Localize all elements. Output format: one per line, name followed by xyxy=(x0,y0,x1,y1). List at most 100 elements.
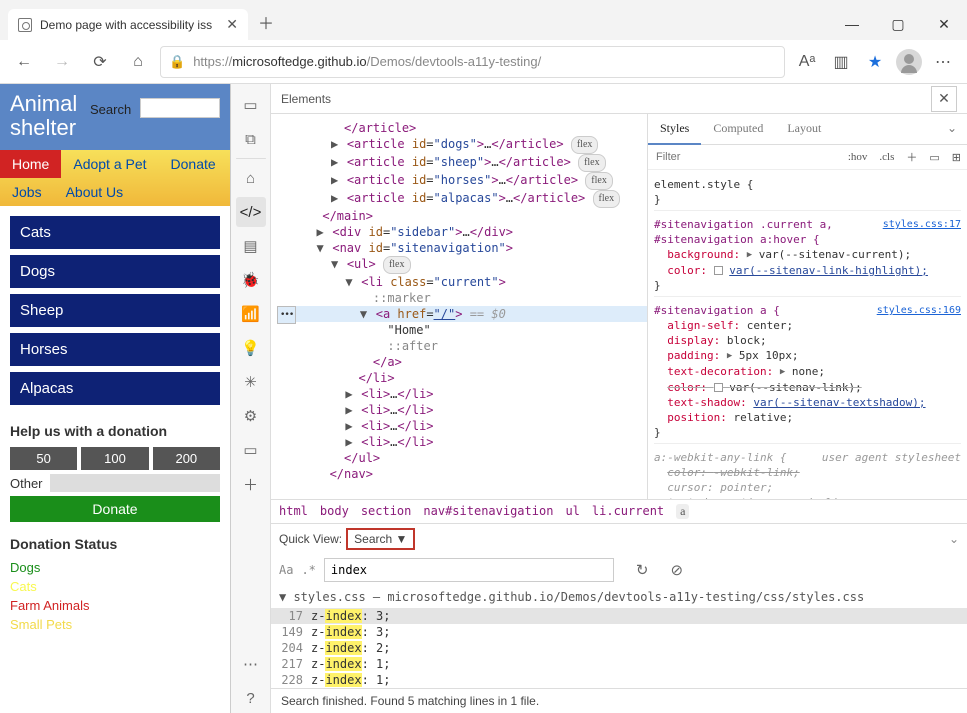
dom-row[interactable]: ▶ <article id="horses">…</article> flex xyxy=(279,172,647,190)
dom-row[interactable]: ▶ <article id="sheep">…</article> flex xyxy=(279,154,647,172)
dom-row[interactable]: </nav> xyxy=(279,466,647,482)
dom-row[interactable]: "Home" xyxy=(279,322,647,338)
dom-row[interactable]: </a> xyxy=(279,354,647,370)
match-case-icon[interactable]: Aa xyxy=(279,563,293,577)
side-sheep[interactable]: Sheep xyxy=(10,294,220,327)
breadcrumb[interactable]: html body section nav#sitenavigation ul … xyxy=(271,499,967,523)
side-alpacas[interactable]: Alpacas xyxy=(10,372,220,405)
styles-filter-input[interactable] xyxy=(648,145,842,169)
dom-row[interactable]: </ul> xyxy=(279,450,647,466)
tabs-chevron-icon[interactable]: ⌄ xyxy=(937,114,967,144)
back-button[interactable]: ← xyxy=(8,46,40,78)
help-icon[interactable]: ? xyxy=(236,683,266,713)
crumb-current[interactable]: a xyxy=(676,504,689,519)
hov-button[interactable]: :hov xyxy=(842,147,874,167)
refresh-icon[interactable]: ↻ xyxy=(636,561,649,579)
donate-200[interactable]: 200 xyxy=(153,447,220,470)
crumb[interactable]: html xyxy=(279,504,308,519)
regex-icon[interactable]: .* xyxy=(301,563,315,577)
rule-link[interactable]: styles.css:17 xyxy=(883,217,961,232)
dom-row[interactable]: </main> xyxy=(279,208,647,224)
css-overview-icon[interactable]: ✳ xyxy=(236,367,266,397)
donate-button[interactable]: Donate xyxy=(10,496,220,522)
dom-row[interactable]: ▼ <li class="current"> xyxy=(279,274,647,290)
side-dogs[interactable]: Dogs xyxy=(10,255,220,288)
favorite-icon[interactable]: ★ xyxy=(859,46,891,78)
welcome-icon[interactable]: ⌂ xyxy=(236,163,266,193)
dom-row[interactable]: ▼ <ul> flex xyxy=(279,256,647,274)
dom-row[interactable]: ▶ <li>…</li> xyxy=(279,402,647,418)
inspect-icon[interactable]: ▭ xyxy=(236,90,266,120)
dom-row[interactable]: ▼ <nav id="sitenavigation"> xyxy=(279,240,647,256)
elements-icon[interactable]: </> xyxy=(236,197,266,227)
new-tab-button[interactable]: ＋ xyxy=(248,4,284,40)
nav-jobs[interactable]: Jobs xyxy=(0,178,54,206)
more-icon[interactable]: ⋯ xyxy=(236,649,266,679)
result-row[interactable]: 228z-index: 1; xyxy=(271,672,967,688)
dom-row[interactable]: </li> xyxy=(279,370,647,386)
minimize-button[interactable]: — xyxy=(829,8,875,40)
console-icon[interactable]: ▤ xyxy=(236,231,266,261)
read-aloud-icon[interactable]: Aᵃ xyxy=(791,46,823,78)
nav-donate[interactable]: Donate xyxy=(159,150,228,178)
side-horses[interactable]: Horses xyxy=(10,333,220,366)
lighthouse-icon[interactable]: 💡 xyxy=(236,333,266,363)
nav-adopt[interactable]: Adopt a Pet xyxy=(61,150,158,178)
result-row[interactable]: 204z-index: 2; xyxy=(271,640,967,656)
donate-100[interactable]: 100 xyxy=(81,447,148,470)
dom-tree[interactable]: </article> ▶ <article id="dogs">…</artic… xyxy=(271,114,647,499)
crumb[interactable]: body xyxy=(320,504,349,519)
devtools-close-icon[interactable]: ✕ xyxy=(931,86,957,112)
sources-icon[interactable]: 🐞 xyxy=(236,265,266,295)
home-button[interactable]: ⌂ xyxy=(122,46,154,78)
maximize-button[interactable]: ▢ xyxy=(875,8,921,40)
clear-icon[interactable]: ⊘ xyxy=(670,561,683,579)
reader-icon[interactable]: ▥ xyxy=(825,46,857,78)
tab-layout[interactable]: Layout xyxy=(775,114,833,144)
application-icon[interactable]: ▭ xyxy=(236,435,266,465)
url-bar[interactable]: 🔒 https://microsoftedge.github.io/Demos/… xyxy=(160,46,785,78)
flex-editor-icon[interactable]: ▭ xyxy=(923,147,945,168)
dom-row[interactable]: ▶ <article id="alpacas">…</article> flex xyxy=(279,190,647,208)
tab-styles[interactable]: Styles xyxy=(648,114,701,145)
browser-tab[interactable]: Demo page with accessibility iss ✕ xyxy=(8,9,248,40)
quick-view-chevron-icon[interactable]: ⌄ xyxy=(949,532,959,546)
crumb[interactable]: li.current xyxy=(592,504,664,519)
crumb[interactable]: ul xyxy=(565,504,579,519)
network-icon[interactable]: 📶 xyxy=(236,299,266,329)
cls-button[interactable]: .cls xyxy=(873,147,900,167)
result-row[interactable]: 149z-index: 3; xyxy=(271,624,967,640)
result-row[interactable]: 17z-index: 3; xyxy=(271,608,967,624)
donate-50[interactable]: 50 xyxy=(10,447,77,470)
search-input[interactable] xyxy=(324,558,614,582)
results-file[interactable]: ▼ styles.css — microsoftedge.github.io/D… xyxy=(271,586,967,608)
styles-rules[interactable]: element.style { } styles.css:17 #sitenav… xyxy=(648,170,967,499)
side-cats[interactable]: Cats xyxy=(10,216,220,249)
device-icon[interactable]: ⧉ xyxy=(236,124,266,154)
search-input[interactable] xyxy=(140,98,220,118)
other-input[interactable] xyxy=(50,474,220,492)
quick-view-dropdown[interactable]: Search ▼ xyxy=(346,528,415,550)
tab-computed[interactable]: Computed xyxy=(701,114,775,144)
dom-row[interactable]: ▶ <article id="dogs">…</article> flex xyxy=(279,136,647,154)
dom-row-selected[interactable]: ▼ <a href="/"> == $0 xyxy=(279,306,647,322)
dom-row[interactable]: ▶ <div id="sidebar">…</div> xyxy=(279,224,647,240)
profile-button[interactable] xyxy=(893,46,925,78)
dom-row[interactable]: ::marker xyxy=(279,290,647,306)
result-row[interactable]: 217z-index: 1; xyxy=(271,656,967,672)
font-editor-icon[interactable]: ⊞ xyxy=(946,147,967,168)
nav-about[interactable]: About Us xyxy=(54,178,136,206)
dom-row[interactable]: </article> xyxy=(279,120,647,136)
tab-close-icon[interactable]: ✕ xyxy=(226,16,238,33)
more-tools-icon[interactable]: ＋ xyxy=(236,469,266,499)
dom-row[interactable]: ▶ <li>…</li> xyxy=(279,418,647,434)
reload-button[interactable]: ⟳ xyxy=(84,46,116,78)
dom-row[interactable]: ::after xyxy=(279,338,647,354)
new-rule-icon[interactable]: ＋ xyxy=(900,145,923,169)
performance-icon[interactable]: ⚙ xyxy=(236,401,266,431)
crumb[interactable]: section xyxy=(361,504,412,519)
dom-row[interactable]: ▶ <li>…</li> xyxy=(279,386,647,402)
nav-home[interactable]: Home xyxy=(0,150,61,178)
crumb[interactable]: nav#sitenavigation xyxy=(423,504,553,519)
close-button[interactable]: ✕ xyxy=(921,8,967,40)
